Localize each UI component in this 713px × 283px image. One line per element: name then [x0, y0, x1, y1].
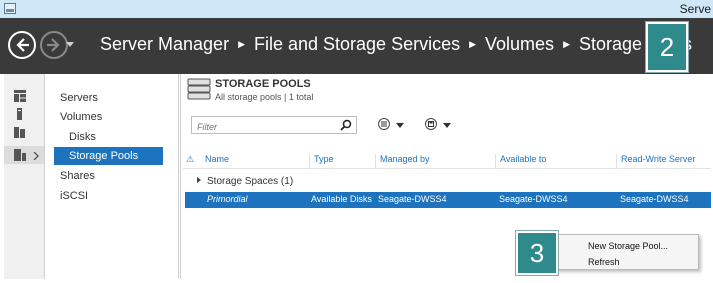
cell-available-to: Seagate-DWSS4 — [499, 194, 568, 204]
breadcrumb-volumes[interactable]: Volumes — [485, 34, 554, 55]
table-row[interactable]: Primordial Available Disks Seagate-DWSS4… — [185, 192, 711, 208]
group-label: Storage Spaces (1) — [207, 176, 294, 187]
disk-glyph-icon — [428, 121, 434, 127]
chevron-down-icon — [396, 123, 404, 128]
column-read-write-server[interactable]: Read-Write Server — [616, 154, 711, 168]
cell-type: Available Disks — [311, 194, 372, 204]
file-storage-icon[interactable] — [14, 149, 26, 161]
cell-read-write-server: Seagate-DWSS4 — [620, 194, 689, 204]
nav-item-disks[interactable]: Disks — [45, 128, 163, 146]
nav-item-servers[interactable]: Servers — [45, 89, 163, 107]
cell-name: Primordial — [207, 194, 248, 204]
warning-icon: ⚠ — [186, 154, 195, 164]
list-lines-icon — [381, 121, 387, 127]
column-available-to[interactable]: Available to — [495, 154, 616, 168]
nav-item-storage-pools[interactable]: Storage Pools — [54, 147, 163, 165]
breadcrumb-file-storage[interactable]: File and Storage Services — [254, 34, 460, 55]
breadcrumb: Server Manager ▶ File and Storage Services… — [100, 34, 692, 55]
storage-pools-icon — [187, 78, 211, 100]
menu-item-refresh[interactable]: Refresh — [588, 257, 620, 267]
column-name[interactable]: Name — [201, 154, 309, 168]
step-badge-3: 3 — [516, 231, 558, 275]
chevron-down-icon — [443, 123, 451, 128]
step-badge-2: 2 — [646, 22, 688, 72]
list-view-options-button[interactable] — [378, 118, 408, 134]
context-menu: New Storage Pool... Refresh — [555, 234, 699, 270]
dashboard-icon[interactable] — [14, 90, 26, 102]
navigation-pane: Servers Volumes Disks Storage Pools Shar… — [45, 74, 179, 279]
tile-title: STORAGE POOLS — [215, 78, 311, 90]
nav-item-volumes[interactable]: Volumes — [45, 108, 163, 126]
server-manager-icon — [4, 3, 16, 14]
search-icon[interactable] — [340, 119, 352, 131]
group-header[interactable]: Storage Spaces (1) — [197, 176, 293, 187]
history-dropdown-button[interactable] — [66, 42, 74, 47]
filter-input[interactable] — [195, 119, 339, 135]
left-icon-rail — [4, 74, 45, 279]
window-titlebar: Serve — [0, 0, 713, 19]
nav-item-shares[interactable]: Shares — [45, 167, 163, 185]
window-title: Serve — [679, 2, 711, 16]
forward-icon — [47, 38, 60, 52]
rail-expand-icon[interactable] — [33, 152, 39, 160]
table-header: ⚠ Name Type Managed by Available to Read… — [183, 150, 711, 169]
back-icon — [16, 38, 29, 52]
filter-box[interactable] — [191, 116, 357, 135]
save-query-button[interactable] — [425, 118, 455, 134]
collapse-icon[interactable] — [197, 177, 201, 183]
header-bar: Server Manager ▶ File and Storage Services… — [0, 18, 713, 74]
breadcrumb-separator-icon: ▶ — [469, 39, 477, 49]
all-servers-icon[interactable] — [14, 126, 26, 138]
column-managed-by[interactable]: Managed by — [375, 154, 495, 168]
breadcrumb-separator-icon: ▶ — [238, 39, 245, 49]
menu-item-new-storage-pool[interactable]: New Storage Pool... — [588, 241, 668, 251]
local-server-icon[interactable] — [14, 108, 26, 120]
forward-button[interactable] — [40, 31, 68, 59]
column-type[interactable]: Type — [309, 154, 375, 168]
nav-item-iscsi[interactable]: iSCSI — [45, 187, 163, 205]
breadcrumb-separator-icon: ▶ — [563, 39, 570, 49]
back-button[interactable] — [8, 31, 36, 59]
cell-managed-by: Seagate-DWSS4 — [378, 194, 447, 204]
breadcrumb-server-manager[interactable]: Server Manager — [100, 34, 229, 55]
tile-subtitle: All storage pools | 1 total — [215, 92, 314, 102]
